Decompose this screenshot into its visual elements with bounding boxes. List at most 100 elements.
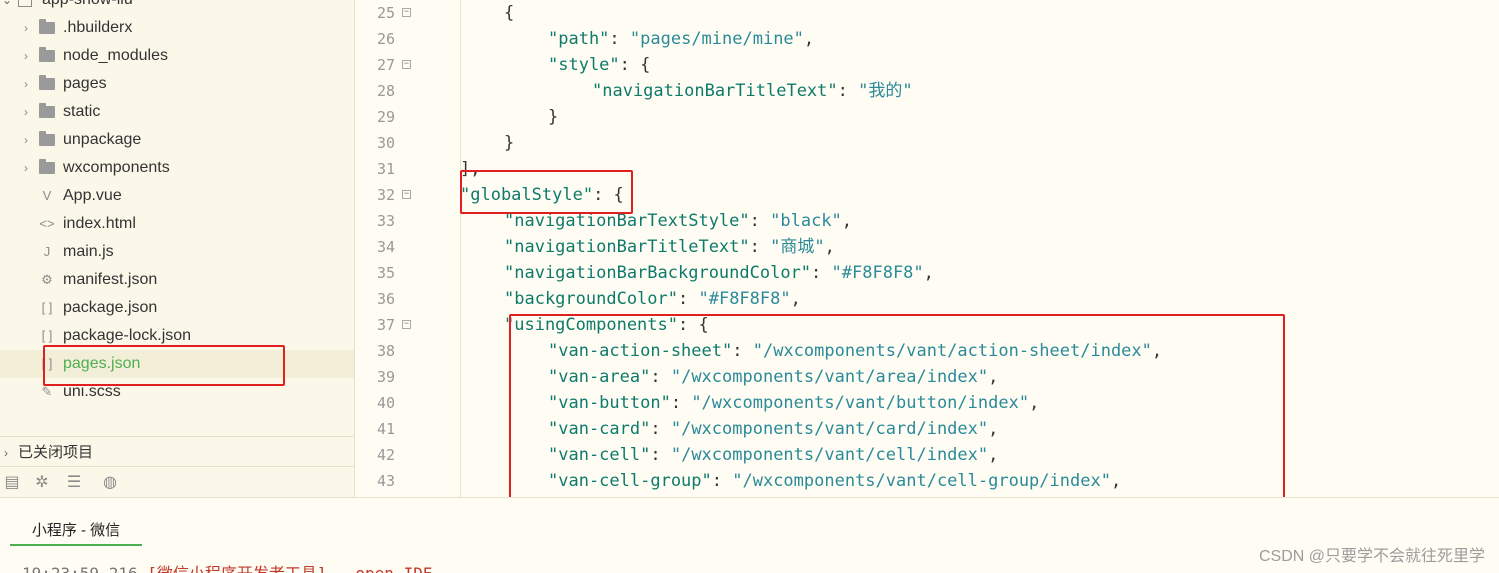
debug-icon[interactable]: ✲ (32, 473, 52, 493)
line-number: 43 (376, 472, 395, 490)
tree-item[interactable]: › static (0, 98, 354, 126)
tree-item[interactable]: [ ] package.json (0, 294, 354, 322)
line-number: 42 (376, 446, 395, 464)
line-number: 25 (376, 4, 395, 22)
line-number: 35 (376, 264, 395, 282)
tree-item-label: unpackage (63, 131, 142, 148)
punctuation: } (504, 133, 515, 153)
line-number: 28 (376, 82, 395, 100)
tree-item-label: package.json (63, 299, 158, 316)
tree-item[interactable]: Jmain.js (0, 238, 354, 266)
tree-item[interactable]: › .hbuilderx (0, 14, 354, 42)
tree-item[interactable]: V App.vue (0, 182, 354, 210)
tree-item-label: manifest.json (63, 271, 158, 288)
code-content: } (504, 130, 514, 156)
code-line[interactable]: 29} (355, 104, 1499, 130)
console-timestamp: 19:23:59.216 (22, 564, 138, 573)
console-panel: 小程序 - 微信 19:23:59.216 [微信小程序开发者工具] - ope… (0, 497, 1499, 573)
manifest-file-icon: ⚙ (41, 272, 53, 287)
chevron-right-icon[interactable]: › (4, 437, 8, 469)
fold-toggle-icon[interactable]: − (402, 190, 411, 199)
tree-item-label: static (63, 103, 101, 120)
project-explorer: ⌄ app-show-liu ›.hbuilderx›node_modules›… (0, 0, 355, 497)
json-string: "商城" (770, 237, 825, 257)
punctuation: , (790, 289, 801, 309)
line-number: 37 (376, 316, 395, 334)
code-line[interactable]: 30} (355, 130, 1499, 156)
code-line[interactable]: 28 "navigationBarTitleText": "我的" (355, 78, 1499, 104)
closed-projects-label: 已关闭项目 (18, 444, 94, 461)
tab-console-weixin[interactable]: 小程序 - 微信 (10, 518, 142, 546)
fold-toggle-icon[interactable]: − (402, 8, 411, 17)
folder-icon (38, 126, 56, 154)
line-number: 30 (376, 134, 395, 152)
code-line[interactable]: 26 "path": "pages/mine/mine", (355, 26, 1499, 52)
punctuation: : (609, 29, 630, 49)
line-number: 39 (376, 368, 395, 386)
chevron-down-icon[interactable]: ⌄ (2, 0, 12, 14)
code-line[interactable]: 36 "backgroundColor": "#F8F8F8", (355, 286, 1499, 312)
line-number: 34 (376, 238, 395, 256)
project-root-label: app-show-liu (42, 0, 133, 14)
chevron-right-icon[interactable]: › (20, 70, 32, 98)
html-file-icon: <> (39, 216, 55, 231)
annotation-box-globalstyle (460, 170, 633, 214)
project-root[interactable]: ⌄ app-show-liu (0, 0, 354, 14)
tree-item[interactable]: › wxcomponents (0, 154, 354, 182)
hbuilderx-window: ⌄ app-show-liu ›.hbuilderx›node_modules›… (0, 0, 1499, 573)
js-file-icon: J (43, 244, 51, 259)
folder-icon (38, 14, 56, 42)
tree-item-label: pages (63, 75, 107, 92)
code-line[interactable]: 27− "style": { (355, 52, 1499, 78)
line-number: 29 (376, 108, 395, 126)
chevron-right-icon[interactable]: › (20, 98, 32, 126)
code-line[interactable]: 35 "navigationBarBackgroundColor": "#F8F8… (355, 260, 1499, 286)
code-content: "navigationBarTitleText": "我的" (592, 78, 913, 104)
folder-icon (38, 154, 56, 182)
punctuation: : { (619, 55, 651, 75)
punctuation: , (923, 263, 934, 283)
folder-icon (38, 98, 56, 126)
console-message: [微信小程序开发者工具] - open IDE (147, 564, 432, 573)
line-number: 27 (376, 56, 395, 74)
fold-toggle-icon[interactable]: − (402, 60, 411, 69)
tree-item[interactable]: › pages (0, 70, 354, 98)
tree-item[interactable]: <> index.html (0, 210, 354, 238)
tree-item[interactable]: › node_modules (0, 42, 354, 70)
code-content: "navigationBarTitleText": "商城", (504, 234, 835, 260)
code-line[interactable]: 25− { (355, 0, 1499, 26)
tree-item-label: wxcomponents (63, 159, 170, 176)
chevron-right-icon[interactable]: › (20, 126, 32, 154)
fold-toggle-icon[interactable]: − (402, 320, 411, 329)
punctuation: { (504, 3, 515, 23)
json-key: "path" (548, 29, 610, 49)
code-line[interactable]: 34 "navigationBarTitleText": "商城", (355, 234, 1499, 260)
project-manager-icon[interactable]: ▤ (2, 473, 22, 493)
line-number: 40 (376, 394, 395, 412)
tree-item-label: .hbuilderx (63, 19, 133, 36)
tree-item-label: App.vue (63, 187, 122, 204)
punctuation: } (548, 107, 559, 127)
json-string: "black" (770, 211, 842, 231)
watermark: CSDN @只要学不会就往死里学 (1258, 548, 1485, 565)
punctuation: : (837, 81, 859, 101)
line-number: 41 (376, 420, 395, 438)
punctuation: : (678, 289, 699, 309)
search-files-icon[interactable]: ☰ (64, 473, 84, 493)
annotation-box-pages-json (43, 345, 285, 386)
tree-item[interactable]: › unpackage (0, 126, 354, 154)
tree-item[interactable]: ⚙ manifest.json (0, 266, 354, 294)
code-content: { (504, 0, 514, 26)
vue-file-icon: V (42, 188, 52, 203)
browser-icon[interactable]: ◍ (100, 473, 120, 493)
tree-item-label: index.html (63, 215, 136, 232)
line-number: 31 (376, 160, 395, 178)
chevron-right-icon[interactable]: › (20, 154, 32, 182)
json-string: "#F8F8F8" (698, 289, 791, 309)
line-number: 36 (376, 290, 395, 308)
chevron-right-icon[interactable]: › (20, 14, 32, 42)
chevron-right-icon[interactable]: › (20, 42, 32, 70)
closed-projects[interactable]: › 已关闭项目 (0, 436, 354, 467)
json-string: "#F8F8F8" (831, 263, 924, 283)
annotation-box-usingcomponents (509, 314, 1285, 508)
